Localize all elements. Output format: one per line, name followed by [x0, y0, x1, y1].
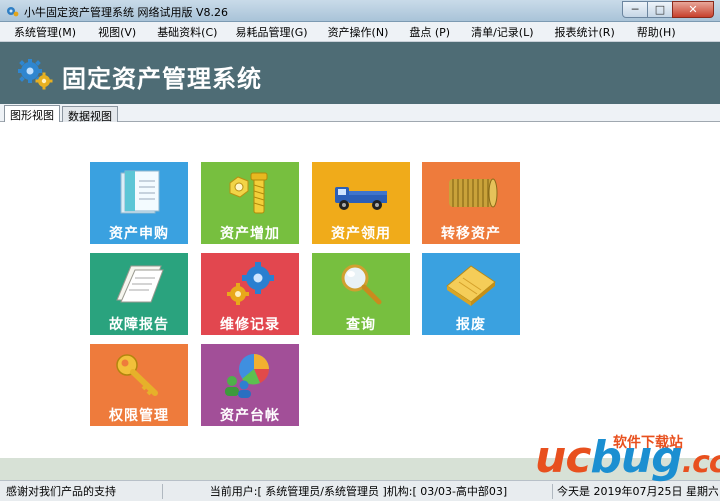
tile-asset-purchase[interactable]: 资产申购	[90, 162, 188, 244]
header-banner: 固定资产管理系统	[0, 42, 720, 104]
tile-asset-collect[interactable]: 资产领用	[312, 162, 410, 244]
menu-bar: 系统管理(M) 视图(V) 基础资料(C) 易耗品管理(G) 资产操作(N) 盘…	[0, 22, 720, 42]
gears-icon	[227, 262, 274, 305]
coin-stack-icon	[449, 178, 498, 208]
truck-icon	[335, 187, 387, 210]
pie-chart-users-icon	[225, 354, 270, 398]
tile-query[interactable]: 查询	[312, 253, 410, 335]
tab-graphic-view[interactable]: 图形视图	[4, 105, 60, 123]
status-user-info: 当前用户:[ 系统管理员/系统管理员 ]机构:[ 03/03-高中部03]	[162, 484, 550, 499]
menu-help[interactable]: 帮助(H)	[633, 24, 680, 40]
menu-lists-records[interactable]: 清单/记录(L)	[467, 24, 537, 40]
tile-label: 查询	[346, 317, 376, 333]
status-date: 今天是 2019年07月25日 星期六	[552, 484, 718, 499]
menu-system[interactable]: 系统管理(M)	[10, 24, 80, 40]
window-title: 小牛固定资产管理系统 网络试用版 V8.26	[24, 6, 229, 19]
tab-data-view[interactable]: 数据视图	[62, 106, 118, 123]
tile-label: 转移资产	[441, 226, 501, 242]
menu-inventory[interactable]: 盘点 (P)	[405, 24, 454, 40]
document-stack-icon	[120, 170, 160, 214]
tile-permission-management[interactable]: 权限管理	[90, 344, 188, 426]
gears-logo-icon	[18, 59, 53, 90]
bottom-strip	[0, 458, 720, 480]
graphic-view-canvas: 资产申购 资产增加 资产领用 转移资产 故障报告 维修记录 查询 报废 权限管理…	[0, 122, 720, 458]
magnifier-icon	[341, 264, 382, 305]
tile-label: 故障报告	[109, 317, 169, 333]
minimize-button[interactable]: ─	[622, 1, 648, 18]
status-message: 感谢对我们产品的支持	[6, 485, 116, 498]
menu-consumables[interactable]: 易耗品管理(G)	[231, 24, 311, 40]
close-button[interactable]: ✕	[672, 1, 714, 18]
tile-label: 资产申购	[109, 226, 169, 242]
notepad-icon	[446, 265, 496, 306]
menu-basic-data[interactable]: 基础资料(C)	[153, 24, 221, 40]
tile-label: 资产领用	[331, 226, 391, 242]
menu-asset-operations[interactable]: 资产操作(N)	[324, 24, 393, 40]
status-bar: 感谢对我们产品的支持 当前用户:[ 系统管理员/系统管理员 ]机构:[ 03/0…	[0, 480, 720, 501]
menu-reports[interactable]: 报表统计(R)	[551, 24, 619, 40]
bolt-nut-icon	[229, 172, 268, 214]
open-document-icon	[116, 265, 164, 303]
tile-label: 权限管理	[109, 408, 169, 424]
tile-fault-report[interactable]: 故障报告	[90, 253, 188, 335]
tile-scrap[interactable]: 报废	[422, 253, 520, 335]
tile-label: 资产增加	[220, 226, 280, 242]
tile-asset-ledger[interactable]: 资产台帐	[201, 344, 299, 426]
maximize-button[interactable]: □	[647, 1, 673, 18]
system-title: 固定资产管理系统	[62, 65, 262, 93]
key-icon	[116, 354, 158, 396]
title-bar: 小牛固定资产管理系统 网络试用版 V8.26 ─ □ ✕	[0, 0, 720, 22]
tile-label: 维修记录	[220, 317, 280, 333]
tile-label: 报废	[456, 317, 486, 333]
tile-asset-add[interactable]: 资产增加	[201, 162, 299, 244]
tile-asset-transfer[interactable]: 转移资产	[422, 162, 520, 244]
view-tabs: 图形视图 数据视图	[0, 104, 720, 123]
tile-label: 资产台帐	[220, 408, 280, 424]
app-gear-icon	[7, 7, 19, 17]
tile-repair-records[interactable]: 维修记录	[201, 253, 299, 335]
menu-view[interactable]: 视图(V)	[94, 24, 140, 40]
